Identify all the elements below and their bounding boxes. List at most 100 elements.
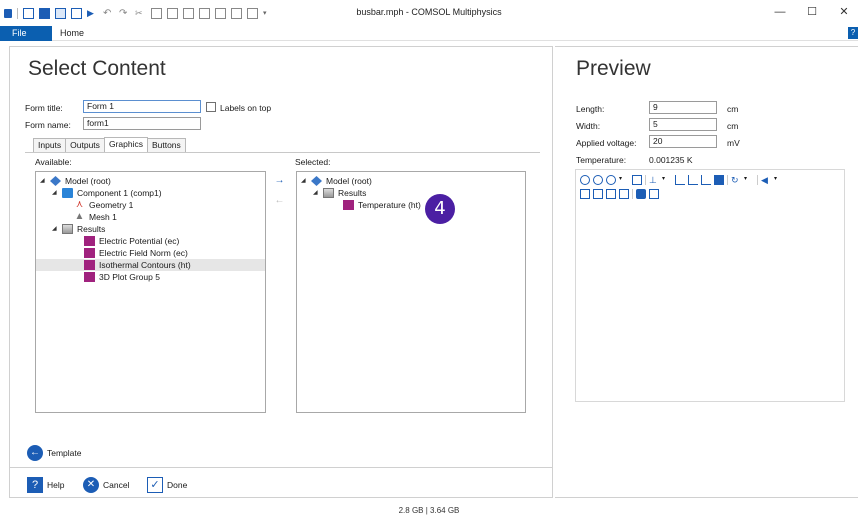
open-folder-icon[interactable]	[39, 7, 50, 19]
width-unit: cm	[727, 121, 739, 131]
wireframe-icon[interactable]	[580, 189, 590, 199]
model-icon	[311, 176, 322, 186]
graphics-toolbar-row-2	[580, 188, 662, 200]
snapshot-icon[interactable]	[636, 189, 646, 199]
file-menu-tab[interactable]: File	[0, 26, 52, 41]
tree-item-model-root[interactable]: ◢ Model (root)	[40, 175, 111, 187]
copy-icon[interactable]	[151, 7, 162, 19]
zoom-extents-icon[interactable]	[632, 175, 642, 185]
width-input[interactable]: 5	[649, 118, 717, 131]
available-tree[interactable]: ◢ Model (root) ◢ Component 1 (comp1) ⋏ G…	[35, 171, 266, 413]
collapse-icon[interactable]: ◢	[52, 187, 59, 199]
xz-view-icon[interactable]	[701, 175, 711, 185]
form-title-input[interactable]: Form 1	[83, 100, 201, 113]
transparency-icon[interactable]	[593, 189, 603, 199]
zoom-in-icon[interactable]	[580, 175, 590, 185]
tree-item-model-root[interactable]: ◢ Model (root)	[301, 175, 372, 187]
collapse-icon[interactable]: ◢	[52, 223, 59, 235]
remove-selected-arrow-icon[interactable]: ←	[272, 195, 287, 207]
save-as-icon[interactable]	[71, 7, 82, 19]
help-button[interactable]: ?	[848, 27, 858, 39]
orientation-icon[interactable]: ⊥	[649, 175, 659, 185]
minimize-button[interactable]: —	[766, 3, 794, 21]
home-tab[interactable]: Home	[60, 26, 84, 41]
plot-group-icon	[343, 200, 354, 210]
labels-on-top-checkbox[interactable]	[206, 102, 216, 112]
tree-item-mesh[interactable]: ▲ Mesh 1	[74, 211, 117, 223]
reset-view-icon[interactable]: ↻	[731, 175, 741, 185]
width-label: Width:	[576, 121, 601, 131]
close-button[interactable]: ✕	[830, 3, 858, 21]
grid-icon[interactable]	[606, 189, 616, 199]
title-bar: ▶ ↶ ↷ ✂ ▾ busbar.mph - COMSOL Multiphysi…	[0, 0, 858, 26]
cut-icon[interactable]: ✂	[135, 8, 146, 19]
dropdown-icon[interactable]: ▾	[744, 175, 754, 185]
form-name-input[interactable]: form1	[83, 117, 201, 130]
cancel-button[interactable]: ✕ Cancel	[83, 477, 129, 493]
tree-item-label: Results	[338, 188, 367, 198]
collapse-icon[interactable]: ◢	[313, 187, 320, 199]
tab-buttons[interactable]: Buttons	[146, 138, 186, 152]
dropdown-icon[interactable]: ▾	[774, 175, 784, 185]
tree-item-plot-group[interactable]: Electric Potential (ec)	[84, 235, 179, 247]
comsol-logo-icon	[4, 8, 12, 18]
form-title-label: Form title:	[25, 103, 63, 113]
tab-inputs[interactable]: Inputs	[33, 138, 67, 152]
yz-view-icon[interactable]	[688, 175, 698, 185]
tab-outputs[interactable]: Outputs	[65, 138, 105, 152]
preview-panel: Preview Length: 9 cm Width: 5 cm Applied…	[555, 46, 858, 498]
available-label: Available:	[35, 157, 72, 167]
zoom-out-icon[interactable]	[593, 175, 603, 185]
length-input[interactable]: 9	[649, 101, 717, 114]
xy-view-icon[interactable]	[675, 175, 685, 185]
collapse-icon[interactable]: ◢	[301, 175, 308, 187]
settings-icon[interactable]	[215, 7, 226, 19]
collapse-icon[interactable]: ◢	[40, 175, 47, 187]
tree-item-label: Model (root)	[65, 176, 111, 186]
customize-dropdown-icon[interactable]: ▾	[263, 8, 274, 19]
new-file-icon[interactable]	[23, 7, 34, 19]
selected-tree[interactable]: ◢ Model (root) ◢ Results Temperature (ht…	[296, 171, 526, 413]
tree-item-geometry[interactable]: ⋏ Geometry 1	[74, 199, 134, 211]
dropdown-icon[interactable]: ▾	[662, 175, 672, 185]
tree-item-plot-group[interactable]: Temperature (ht)	[343, 199, 421, 211]
help-label: Help	[47, 480, 65, 490]
print-icon[interactable]	[649, 189, 659, 199]
mesh-icon: ▲	[74, 211, 85, 222]
light-icon[interactable]: ◀	[761, 175, 771, 185]
maximize-button[interactable]: ☐	[798, 3, 826, 21]
question-icon: ?	[27, 477, 43, 493]
tree-item-component[interactable]: ◢ Component 1 (comp1)	[52, 187, 162, 199]
page-title: Select Content	[28, 57, 166, 80]
save-icon[interactable]	[55, 7, 66, 19]
tab-graphics[interactable]: Graphics	[103, 137, 148, 152]
checkmark-icon: ✓	[147, 477, 163, 493]
graphics-window[interactable]: ▾ ⊥ ▾ ↻ ▾ ◀ ▾	[575, 169, 845, 402]
done-button[interactable]: ✓ Done	[147, 477, 187, 493]
run-icon[interactable]: ▶	[87, 8, 98, 19]
tree-item-results[interactable]: ◢ Results	[52, 223, 105, 235]
help-button[interactable]: ? Help	[27, 477, 64, 493]
tree-item-plot-group-selected[interactable]: Isothermal Contours (ht)	[36, 259, 265, 271]
delete-icon[interactable]	[199, 7, 210, 19]
tree-item-plot-group[interactable]: 3D Plot Group 5	[84, 271, 160, 283]
preview-title: Preview	[576, 57, 651, 80]
zoom-box-icon[interactable]	[606, 175, 616, 185]
tree-item-label: Mesh 1	[89, 212, 117, 222]
zoom-window-icon[interactable]	[247, 7, 258, 19]
content-tabs: Inputs Outputs Graphics Buttons	[33, 137, 186, 152]
undo-icon[interactable]: ↶	[103, 8, 114, 19]
tree-item-results[interactable]: ◢ Results	[313, 187, 366, 199]
redo-icon[interactable]: ↷	[119, 8, 130, 19]
template-button[interactable]: ← Template	[27, 445, 82, 461]
model-builder-icon[interactable]	[231, 7, 242, 19]
camera-view-icon[interactable]	[714, 175, 724, 185]
tree-item-plot-group[interactable]: Electric Field Norm (ec)	[84, 247, 188, 259]
paste-icon[interactable]	[167, 7, 178, 19]
add-selected-arrow-icon[interactable]: →	[272, 175, 287, 187]
voltage-input[interactable]: 20	[649, 135, 717, 148]
axes-icon[interactable]	[619, 189, 629, 199]
duplicate-icon[interactable]	[183, 7, 194, 19]
quick-access-toolbar: ▶ ↶ ↷ ✂ ▾	[4, 7, 279, 19]
dropdown-icon[interactable]: ▾	[619, 175, 629, 185]
